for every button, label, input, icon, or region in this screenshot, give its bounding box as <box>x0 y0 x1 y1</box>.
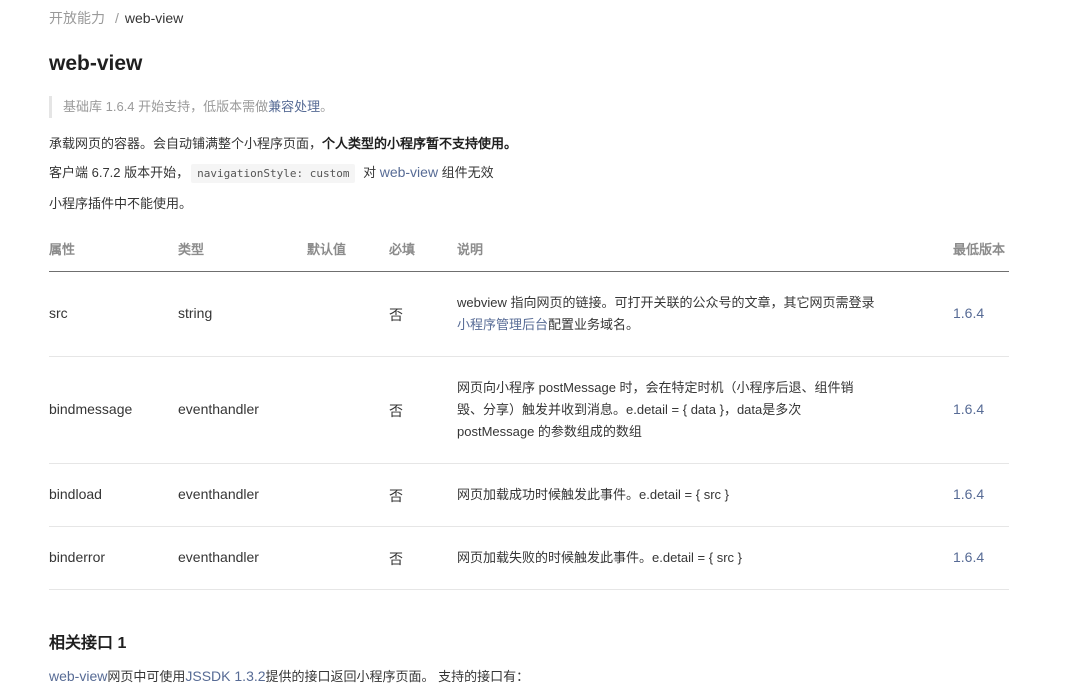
table-header: 属性 类型 默认值 必填 说明 最低版本 <box>49 229 1009 272</box>
table-row: bindload eventhandler 否 网页加载成功时候触发此事件。e.… <box>49 464 1009 527</box>
client-version-suffix: 组件无效 <box>438 165 494 180</box>
cell-required: 否 <box>389 488 403 504</box>
attributes-table: 属性 类型 默认值 必填 说明 最低版本 src string 否 webvie… <box>49 229 1009 590</box>
web-view-link-2[interactable]: web-view <box>49 668 107 684</box>
compat-note-suffix: 。 <box>320 99 334 114</box>
compat-note: 基础库 1.6.4 开始支持，低版本需做兼容处理。 <box>49 96 333 118</box>
web-view-link[interactable]: web-view <box>380 164 438 180</box>
cell-attr: bindmessage <box>49 401 133 417</box>
page-title: web-view <box>49 52 143 75</box>
plugin-note-paragraph: 小程序插件中不能使用。 <box>49 196 193 211</box>
desc-text-2: 配置业务域名。 <box>548 317 640 332</box>
header-version: 最低版本 <box>953 242 1006 257</box>
cell-desc: webview 指向网页的链接。可打开关联的公众号的文章，其它网页需登录 小程序… <box>457 292 927 336</box>
cell-required: 否 <box>389 307 403 323</box>
related-api-text-2: 提供的接口返回小程序页面。 支持的接口有： <box>265 669 530 684</box>
header-desc: 说明 <box>457 242 484 257</box>
cell-required: 否 <box>389 403 403 419</box>
intro-bold-text: 个人类型的小程序暂不支持使用。 <box>322 136 518 151</box>
client-version-mid: 对 <box>359 165 380 180</box>
cell-version-link[interactable]: 1.6.4 <box>953 401 984 417</box>
header-type: 类型 <box>178 242 205 257</box>
client-version-paragraph: 客户端 6.7.2 版本开始， navigationStyle: custom 对… <box>49 162 494 184</box>
related-api-text: 网页中可使用 <box>107 669 186 684</box>
intro-paragraph: 承载网页的容器。会自动铺满整个小程序页面，个人类型的小程序暂不支持使用。 <box>49 134 517 154</box>
cell-type: string <box>178 305 213 321</box>
cell-version-link[interactable]: 1.6.4 <box>953 549 984 565</box>
cell-desc: 网页加载成功时候触发此事件。e.detail = { src } <box>457 487 729 502</box>
cell-version-link[interactable]: 1.6.4 <box>953 486 984 502</box>
jssdk-link[interactable]: JSSDK 1.3.2 <box>185 668 265 684</box>
cell-version-link[interactable]: 1.6.4 <box>953 305 984 321</box>
breadcrumb-separator: / <box>115 10 119 26</box>
cell-type: eventhandler <box>178 401 259 417</box>
cell-type: eventhandler <box>178 549 259 565</box>
header-attr: 属性 <box>49 242 76 257</box>
header-required: 必填 <box>389 242 416 257</box>
desc-text: webview 指向网页的链接。可打开关联的公众号的文章，其它网页需登录 <box>457 295 875 310</box>
cell-attr: bindload <box>49 486 102 502</box>
header-default: 默认值 <box>307 242 347 257</box>
breadcrumb-parent-link[interactable]: 开放能力 <box>49 10 105 26</box>
section-title: 相关接口 1 <box>49 635 127 652</box>
client-version-text: 客户端 6.7.2 版本开始， <box>49 165 190 180</box>
intro-text: 承载网页的容器。会自动铺满整个小程序页面， <box>49 136 323 151</box>
table-row: src string 否 webview 指向网页的链接。可打开关联的公众号的文… <box>49 272 1009 357</box>
navigation-style-code: navigationStyle: custom <box>191 164 356 183</box>
compat-note-text: 基础库 1.6.4 开始支持，低版本需做 <box>63 99 269 114</box>
cell-required: 否 <box>389 551 403 567</box>
cell-type: eventhandler <box>178 486 259 502</box>
cell-attr: binderror <box>49 549 106 565</box>
cell-attr: src <box>49 305 68 321</box>
admin-console-link[interactable]: 小程序管理后台 <box>457 317 548 332</box>
page: 开放能力 / web-view web-view 基础库 1.6.4 开始支持，低版… <box>0 0 1067 686</box>
cell-desc: 网页向小程序 postMessage 时，会在特定时机（小程序后退、组件销毁、分… <box>457 380 854 439</box>
compat-link[interactable]: 兼容处理 <box>268 99 320 114</box>
breadcrumb-current: web-view <box>124 10 184 26</box>
breadcrumb: 开放能力 / web-view <box>49 9 183 27</box>
table-row: bindmessage eventhandler 否 网页向小程序 postMe… <box>49 357 1009 464</box>
related-api-paragraph: web-view网页中可使用JSSDK 1.3.2提供的接口返回小程序页面。 支… <box>49 666 529 687</box>
cell-desc: 网页加载失败的时候触发此事件。e.detail = { src } <box>457 550 742 565</box>
table-row: binderror eventhandler 否 网页加载失败的时候触发此事件。… <box>49 527 1009 590</box>
